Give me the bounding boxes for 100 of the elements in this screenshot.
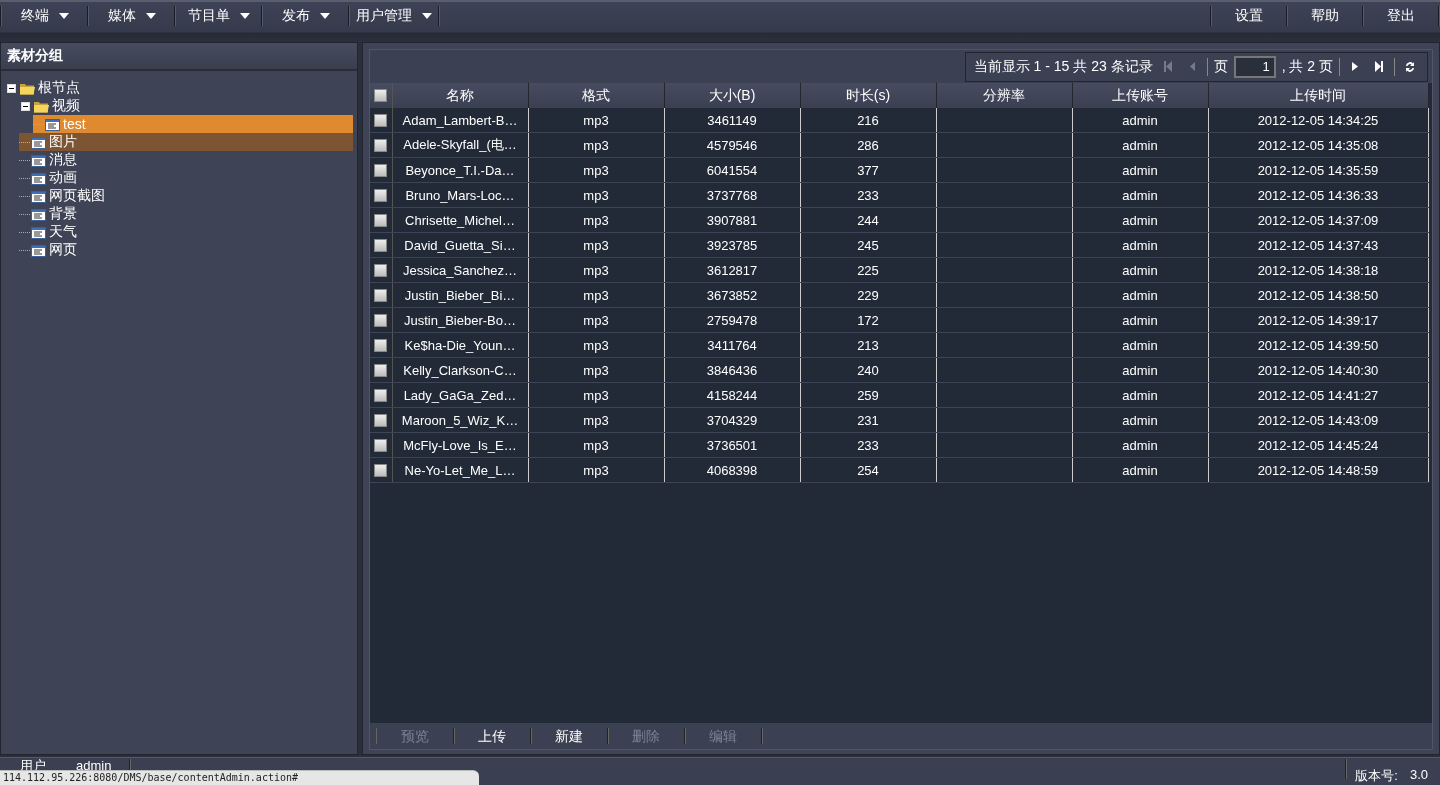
table-cell: admin xyxy=(1122,412,1158,428)
menu-button[interactable]: 终端 xyxy=(2,2,87,30)
table-cell: 4068398 xyxy=(706,462,758,478)
caret-icon xyxy=(422,13,432,19)
table-cell: 259 xyxy=(857,387,879,403)
menu-button[interactable]: 用户管理 xyxy=(350,2,438,30)
table-cell: 2012-12-05 14:37:09 xyxy=(1257,212,1379,228)
table-cell: 3704329 xyxy=(706,412,758,428)
table-cell: 2012-12-05 14:41:27 xyxy=(1257,387,1379,403)
table-cell: mp3 xyxy=(583,187,609,203)
table-cell: mp3 xyxy=(583,437,609,453)
column-header[interactable]: 上传时间 xyxy=(1208,83,1428,108)
menu-button[interactable]: 帮助 xyxy=(1288,2,1362,30)
tree-item[interactable]: 网页 xyxy=(19,241,353,259)
table-cell: 2012-12-05 14:38:50 xyxy=(1257,287,1379,303)
folder-icon xyxy=(33,99,49,113)
table-cell: 2012-12-05 14:35:59 xyxy=(1257,162,1379,178)
table-cell: mp3 xyxy=(583,387,609,403)
row-checkbox[interactable] xyxy=(374,288,388,302)
table-cell: admin xyxy=(1122,312,1158,328)
table-cell: 2012-12-05 14:40:30 xyxy=(1257,362,1379,378)
collapse-icon[interactable] xyxy=(21,101,30,111)
table-cell: mp3 xyxy=(583,337,609,353)
table-cell: 229 xyxy=(857,287,879,303)
column-header[interactable]: 上传账号 xyxy=(1072,83,1208,108)
menu-button[interactable]: 发布 xyxy=(263,2,348,30)
row-checkbox[interactable] xyxy=(374,138,388,152)
row-checkbox[interactable] xyxy=(374,188,388,202)
table-cell: Ke$ha-Die_Youn… xyxy=(404,337,516,353)
table-cell: Ne-Yo-Let_Me_L… xyxy=(404,462,516,478)
table-cell: admin xyxy=(1122,362,1158,378)
row-checkbox[interactable] xyxy=(374,463,388,477)
select-all-checkbox[interactable] xyxy=(374,89,388,102)
tree-item[interactable]: 视频 xyxy=(19,97,353,115)
tree-item[interactable]: 图片 xyxy=(19,133,353,151)
table-cell: 377 xyxy=(857,162,879,178)
row-checkbox[interactable] xyxy=(374,238,388,252)
action-button[interactable]: 新建 xyxy=(531,728,608,744)
table-cell: Adele-Skyfall_(电… xyxy=(403,137,517,152)
table-cell: mp3 xyxy=(583,412,609,428)
table-cell: mp3 xyxy=(583,112,609,128)
column-header[interactable]: 时长(s) xyxy=(800,83,936,108)
refresh-icon[interactable] xyxy=(1405,60,1415,73)
menu-button[interactable]: 节目单 xyxy=(176,2,261,30)
row-checkbox[interactable] xyxy=(374,213,388,227)
version-label: 版本号: xyxy=(1355,767,1398,785)
tree-item[interactable]: 网页截图 xyxy=(19,187,353,205)
tree-item[interactable]: 根节点 xyxy=(5,79,353,97)
table-cell: mp3 xyxy=(583,137,609,153)
column-header[interactable]: 格式 xyxy=(528,83,664,108)
table-cell: Maroon_5_Wiz_K… xyxy=(401,412,519,428)
table-cell: admin xyxy=(1122,262,1158,278)
row-checkbox[interactable] xyxy=(374,363,388,377)
row-checkbox[interactable] xyxy=(374,388,388,402)
table-cell: Jessica_Sanchez… xyxy=(402,262,518,278)
row-checkbox[interactable] xyxy=(374,163,388,177)
row-checkbox[interactable] xyxy=(374,113,388,127)
column-header[interactable]: 大小(B) xyxy=(664,83,800,108)
caret-icon xyxy=(319,13,330,19)
table-cell: 245 xyxy=(857,237,879,253)
table-cell: mp3 xyxy=(583,237,609,253)
table-cell: 3846436 xyxy=(706,362,758,378)
table-cell: 2012-12-05 14:38:18 xyxy=(1257,262,1379,278)
menu-button[interactable]: 登出 xyxy=(1364,2,1438,30)
table-cell: 4158244 xyxy=(706,387,758,403)
row-checkbox[interactable] xyxy=(374,313,388,327)
table-cell: 2012-12-05 14:48:59 xyxy=(1257,462,1379,478)
row-checkbox[interactable] xyxy=(374,438,388,452)
table-cell: 2012-12-05 14:39:50 xyxy=(1257,337,1379,353)
row-checkbox[interactable] xyxy=(374,413,388,427)
tree-item[interactable]: 消息 xyxy=(19,151,353,169)
document-icon xyxy=(31,135,46,149)
tree-item[interactable]: 动画 xyxy=(19,169,353,187)
next-page-icon[interactable] xyxy=(1350,61,1360,72)
menu-button[interactable]: 媒体 xyxy=(89,2,174,30)
record-summary: 当前显示 1 - 15 共 23 条记录 xyxy=(973,57,1153,76)
column-header[interactable]: 名称 xyxy=(392,83,528,108)
table-cell: 3461149 xyxy=(707,112,757,128)
tree-item[interactable]: 天气 xyxy=(19,223,353,241)
column-header[interactable]: 分辨率 xyxy=(936,83,1072,108)
page-input[interactable]: 1 xyxy=(1233,55,1276,78)
table-cell: 2012-12-05 14:37:43 xyxy=(1257,237,1379,253)
table-cell: 2012-12-05 14:43:09 xyxy=(1257,412,1379,428)
table-cell: 240 xyxy=(857,362,879,378)
menu-button[interactable]: 设置 xyxy=(1212,2,1286,30)
table-cell: Lady_GaGa_Zed… xyxy=(403,387,517,403)
table-cell: Bruno_Mars-Loc… xyxy=(405,187,515,203)
table-cell: admin xyxy=(1122,287,1158,303)
collapse-icon[interactable] xyxy=(7,83,16,93)
table-cell: mp3 xyxy=(583,462,609,478)
table-cell: admin xyxy=(1122,187,1158,203)
row-checkbox[interactable] xyxy=(374,263,388,277)
table-cell: 3737768 xyxy=(706,187,758,203)
table-cell: mp3 xyxy=(583,212,609,228)
last-page-icon[interactable] xyxy=(1374,61,1384,72)
row-checkbox[interactable] xyxy=(374,338,388,352)
table-cell: 225 xyxy=(857,262,879,278)
tree-item[interactable]: 背景 xyxy=(19,205,353,223)
folder-icon xyxy=(19,81,35,95)
action-button[interactable]: 上传 xyxy=(454,728,531,744)
